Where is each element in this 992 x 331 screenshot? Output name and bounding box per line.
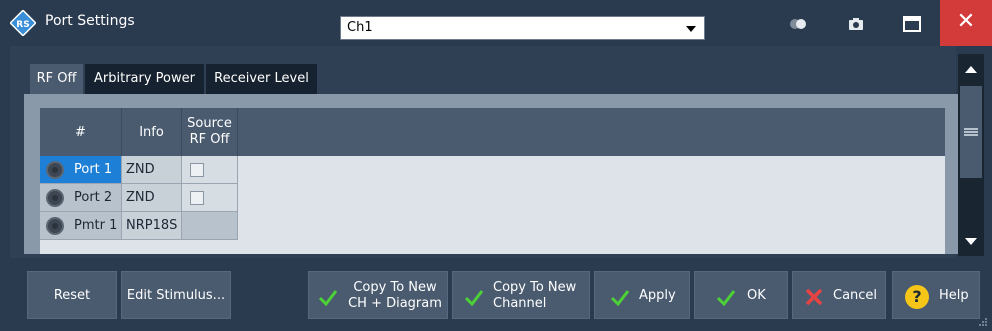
copy-to-new-channel-label: Copy To New Channel xyxy=(493,280,577,311)
column-header-source-rf-off[interactable]: Source RF Off xyxy=(182,108,238,156)
help-button[interactable]: ? Help xyxy=(892,271,980,319)
camera-icon[interactable] xyxy=(844,12,868,36)
port-label: Pmtr 1 xyxy=(74,218,118,233)
window-title: Port Settings xyxy=(45,13,135,29)
check-icon xyxy=(464,290,484,307)
column-header-empty xyxy=(238,108,945,156)
ok-button-label: OK xyxy=(747,288,766,303)
ok-button[interactable]: OK xyxy=(694,271,788,319)
info-cell: ZND xyxy=(122,156,182,184)
close-icon: ✕ xyxy=(956,9,976,34)
grip-icon xyxy=(964,128,978,136)
info-cell: NRP18S xyxy=(122,212,182,240)
source-rf-off-checkbox[interactable] xyxy=(190,163,204,177)
port-cell[interactable]: Port 1 xyxy=(40,156,122,184)
close-button[interactable]: ✕ xyxy=(940,0,992,46)
app-logo-icon: RS xyxy=(10,10,36,36)
tab-rf-off[interactable]: RF Off xyxy=(30,64,84,94)
port-icon xyxy=(46,217,64,235)
port-icon xyxy=(46,189,64,207)
check-icon xyxy=(318,290,338,307)
copy-to-new-ch-diagram-button[interactable]: Copy To New CH + Diagram xyxy=(308,271,448,319)
edit-stimulus-button[interactable]: Edit Stimulus... xyxy=(121,271,231,319)
tab-receiver-level[interactable]: Receiver Level xyxy=(206,64,318,94)
help-icon: ? xyxy=(905,285,929,309)
port-cell[interactable]: Port 2 xyxy=(40,184,122,212)
apply-button-label: Apply xyxy=(639,288,676,303)
chevron-down-icon xyxy=(686,26,696,32)
port-label: Port 1 xyxy=(74,162,113,177)
source-rf-off-cell xyxy=(182,156,238,184)
tab-arbitrary-power[interactable]: Arbitrary Power xyxy=(85,64,205,94)
reset-button[interactable]: Reset xyxy=(27,271,117,319)
check-icon xyxy=(610,290,630,307)
cancel-button[interactable]: Cancel xyxy=(792,271,886,319)
cancel-button-label: Cancel xyxy=(833,288,878,303)
cancel-icon xyxy=(805,288,823,306)
source-rf-off-cell xyxy=(182,212,238,240)
toggle-icon[interactable] xyxy=(786,12,810,36)
port-cell[interactable]: Pmtr 1 xyxy=(40,212,122,240)
table-row[interactable]: Pmtr 1 NRP18S xyxy=(40,212,238,240)
copy-to-new-ch-diagram-label: Copy To New CH + Diagram xyxy=(348,280,442,311)
help-button-label: Help xyxy=(939,288,969,303)
scroll-up-button[interactable] xyxy=(958,58,984,84)
info-cell: ZND xyxy=(122,184,182,212)
resize-grip-icon[interactable] xyxy=(978,317,988,327)
port-label: Port 2 xyxy=(74,190,113,205)
maximize-icon[interactable] xyxy=(900,12,924,36)
copy-to-new-channel-button[interactable]: Copy To New Channel xyxy=(452,271,590,319)
check-icon xyxy=(716,290,736,307)
channel-select[interactable]: Ch1 xyxy=(340,16,705,40)
channel-select-value: Ch1 xyxy=(347,20,373,35)
column-header-info[interactable]: Info xyxy=(122,108,182,156)
column-header-number[interactable]: # xyxy=(40,108,122,156)
scroll-down-button[interactable] xyxy=(958,228,984,254)
edit-stimulus-button-label: Edit Stimulus... xyxy=(126,288,226,303)
apply-button[interactable]: Apply xyxy=(594,271,690,319)
source-rf-off-checkbox[interactable] xyxy=(190,191,204,205)
table-row[interactable]: Port 2 ZND xyxy=(40,184,238,212)
source-rf-off-cell xyxy=(182,184,238,212)
port-icon xyxy=(46,161,64,179)
reset-button-label: Reset xyxy=(53,288,91,303)
table-row[interactable]: Port 1 ZND xyxy=(40,156,238,184)
svg-text:RS: RS xyxy=(16,20,29,30)
